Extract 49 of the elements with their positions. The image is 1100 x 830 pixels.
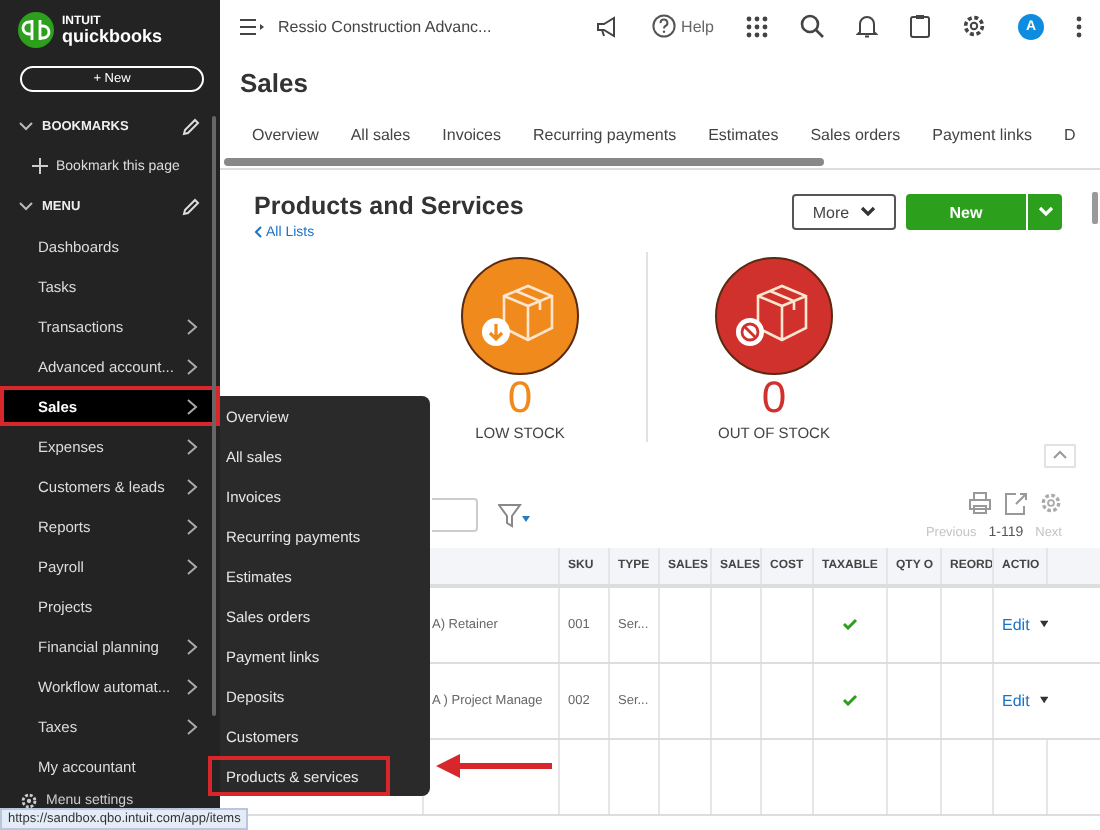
print-icon[interactable] — [968, 492, 992, 515]
tab[interactable]: Payment links — [932, 126, 1032, 152]
clipboard-icon[interactable] — [910, 14, 930, 38]
edit-link[interactable]: Edit — [1002, 615, 1030, 634]
company-name[interactable]: Ressio Construction Advanc... — [278, 17, 492, 35]
caret-icon[interactable] — [1039, 620, 1048, 629]
chevron-up-icon — [1052, 450, 1068, 461]
tab[interactable]: Sales orders — [810, 126, 901, 152]
tab[interactable]: Invoices — [442, 126, 501, 152]
search-field[interactable] — [432, 498, 478, 533]
search-icon[interactable] — [800, 14, 824, 38]
logo-icon — [18, 12, 54, 48]
chevron-left-icon[interactable] — [254, 226, 262, 239]
export-icon[interactable] — [1004, 491, 1028, 516]
low-stock-icon[interactable] — [460, 255, 580, 376]
megaphone-icon[interactable] — [595, 15, 620, 37]
stock-count: 0 — [761, 375, 787, 420]
apps-grid-icon[interactable] — [746, 15, 768, 37]
gear-icon — [20, 791, 38, 809]
arrow-annotation — [436, 754, 552, 778]
tab[interactable]: Overview — [252, 126, 319, 152]
caret-icon[interactable] — [1039, 696, 1048, 705]
tab[interactable]: All sales — [350, 126, 411, 152]
pencil-icon[interactable] — [182, 197, 200, 215]
pencil-icon[interactable] — [182, 117, 200, 135]
chevron-down-icon — [1037, 206, 1053, 218]
help-button[interactable]: Help — [651, 14, 714, 38]
section-title: Products and Services — [254, 194, 526, 222]
brand-name: quickbooks — [62, 27, 163, 45]
bell-icon[interactable] — [856, 14, 878, 38]
scrollbar-thumb[interactable] — [1092, 192, 1098, 224]
out-of-stock-icon[interactable] — [714, 255, 834, 376]
edit-link[interactable]: Edit — [1002, 691, 1030, 710]
menu-icon[interactable] — [240, 17, 264, 35]
plus-icon[interactable] — [32, 158, 48, 174]
settings-icon[interactable] — [962, 14, 986, 38]
dropdown-button[interactable] — [1026, 194, 1062, 230]
tab[interactable]: Estimates — [708, 126, 779, 152]
tab[interactable]: Recurring payments — [533, 126, 677, 152]
stock-count: 0 — [507, 375, 533, 420]
filter-icon[interactable] — [498, 503, 530, 528]
tab[interactable]: D — [1063, 126, 1076, 152]
chevron-down-icon[interactable] — [18, 198, 34, 214]
chevron-down-icon — [859, 206, 876, 218]
scrollbar-thumb[interactable] — [224, 158, 824, 166]
page-title: Sales — [240, 68, 310, 102]
more-vertical-icon[interactable] — [1076, 15, 1082, 37]
more-button[interactable]: More — [792, 194, 896, 230]
chevron-down-icon[interactable] — [18, 118, 34, 134]
